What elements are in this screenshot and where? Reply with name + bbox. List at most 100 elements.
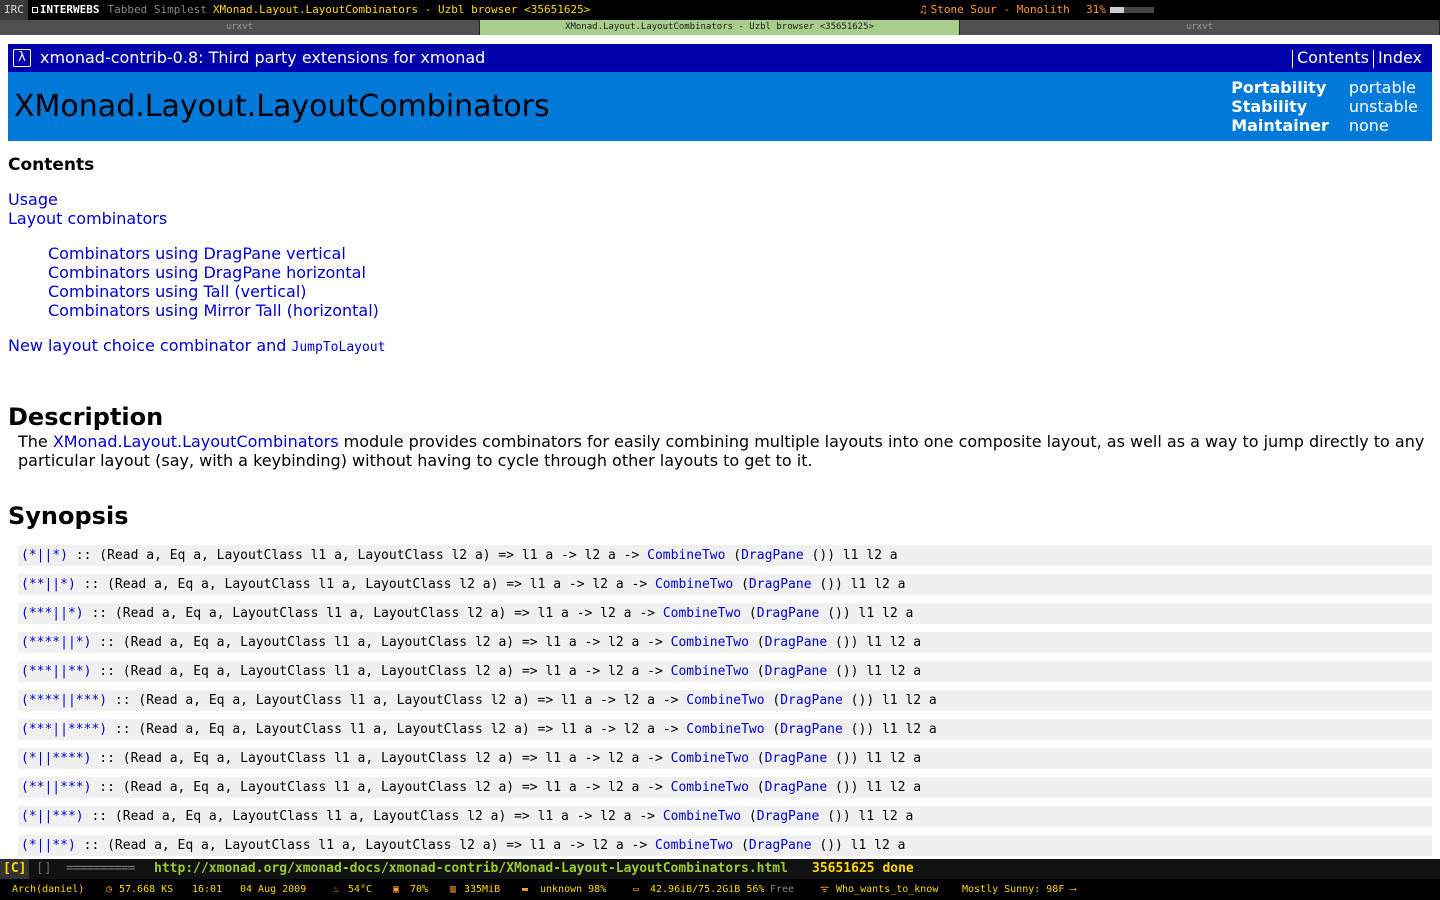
operator-link[interactable]: (***||*)	[21, 606, 84, 621]
dragpane-link[interactable]: DragPane	[765, 780, 828, 795]
operator-link[interactable]: (**||***)	[21, 780, 91, 795]
synopsis-row: (***||****) :: (Read a, Eq a, LayoutClas…	[18, 719, 1432, 740]
operator-link[interactable]: (****||*)	[21, 635, 91, 650]
tab-urxvt-2[interactable]: urxvt	[960, 20, 1440, 35]
combinetwo-link[interactable]: CombineTwo	[663, 606, 741, 621]
description-prefix: The	[18, 432, 53, 451]
load-progress: ==========	[66, 861, 135, 876]
divider	[1291, 49, 1293, 68]
description-heading: Description	[8, 403, 164, 431]
speed-text: 57.668 KS	[119, 884, 174, 895]
info-value: portable	[1348, 78, 1416, 97]
memory-icon: ▥	[450, 884, 457, 895]
operator-link[interactable]: (*||**)	[21, 838, 76, 853]
dragpane-link[interactable]: DragPane	[765, 635, 828, 650]
memory-text: 335MiB	[464, 884, 501, 895]
combinetwo-link[interactable]: CombineTwo	[647, 548, 725, 563]
dragpane-link[interactable]: DragPane	[757, 809, 820, 824]
contents-heading: Contents	[8, 155, 95, 175]
combinetwo-link[interactable]: CombineTwo	[655, 577, 733, 592]
disk-text: 42.96iB/75.2GiB 56%	[650, 884, 765, 895]
dragpane-link[interactable]: DragPane	[749, 577, 812, 592]
synopsis-row: (*||***) :: (Read a, Eq a, LayoutClass l…	[18, 806, 1432, 827]
type-paren: (	[748, 780, 765, 795]
operator-link[interactable]: (*||****)	[21, 751, 91, 766]
bottom-status-bar: Arch(daniel) ◷ 57.668 KS 16:01 04 Aug 20…	[0, 879, 1440, 900]
temperature-text: 54°C	[348, 884, 373, 895]
synopsis-heading: Synopsis	[8, 502, 129, 530]
layout-name: Tabbed Simplest	[107, 3, 207, 16]
combinetwo-link[interactable]: CombineTwo	[686, 722, 764, 737]
type-signature: :: (Read a, Eq a, LayoutClass l1 a, Layo…	[91, 780, 671, 795]
synopsis-row: (*||**) :: (Read a, Eq a, LayoutClass l1…	[18, 835, 1432, 856]
toc-usage[interactable]: Usage	[8, 190, 58, 209]
current-url[interactable]: http://xmonad.org/xmonad-docs/xmonad-con…	[154, 859, 788, 879]
workspace-interwebs[interactable]: INTERWEBS	[28, 0, 104, 20]
dragpane-link[interactable]: DragPane	[765, 664, 828, 679]
type-tail: ()) l1 l2 a	[827, 751, 922, 766]
type-tail: ()) l1 l2 a	[811, 838, 906, 853]
synopsis-row: (***||*) :: (Read a, Eq a, LayoutClass l…	[18, 603, 1432, 624]
toc-dragpane-vertical[interactable]: Combinators using DragPane vertical	[48, 244, 346, 263]
type-signature: :: (Read a, Eq a, LayoutClass l1 a, Layo…	[67, 548, 648, 563]
toc-layout-combinators[interactable]: Layout combinators	[8, 209, 167, 228]
now-playing-text: Stone Sour - Monolith	[930, 3, 1070, 16]
operator-link[interactable]: (*||***)	[21, 809, 84, 824]
operator-link[interactable]: (****||***)	[21, 693, 107, 708]
tab-urxvt-1[interactable]: urxvt	[0, 20, 480, 35]
info-key: Maintainer	[1231, 116, 1329, 135]
description-text: The XMonad.Layout.LayoutCombinators modu…	[18, 432, 1428, 470]
operator-link[interactable]: (***||****)	[21, 722, 107, 737]
combinetwo-link[interactable]: CombineTwo	[671, 664, 749, 679]
haskell-lambda-icon: λ	[13, 49, 31, 67]
dragpane-link[interactable]: DragPane	[741, 548, 804, 563]
type-signature: :: (Read a, Eq a, LayoutClass l1 a, Layo…	[83, 809, 663, 824]
toc-new-layout-choice[interactable]: New layout choice combinator and JumpToL…	[8, 336, 385, 357]
combinetwo-link[interactable]: CombineTwo	[663, 809, 741, 824]
dragpane-link[interactable]: DragPane	[780, 693, 843, 708]
volume-bar	[1110, 7, 1154, 13]
toc-tall-vertical[interactable]: Combinators using Tall (vertical)	[48, 282, 307, 301]
time-text: 16:01	[192, 884, 223, 895]
info-value: unstable	[1348, 97, 1418, 116]
combinetwo-link[interactable]: CombineTwo	[655, 838, 733, 853]
synopsis-row: (*||****) :: (Read a, Eq a, LayoutClass …	[18, 748, 1432, 769]
tab-uzbl-browser[interactable]: XMonad.Layout.LayoutCombinators - Uzbl b…	[480, 20, 960, 35]
type-paren: (	[733, 577, 749, 592]
dragpane-link[interactable]: DragPane	[765, 751, 828, 766]
contents-link[interactable]: Contents	[1297, 48, 1369, 67]
workspace-irc[interactable]: IRC	[0, 0, 28, 20]
header-links: Contents Index	[1288, 44, 1422, 72]
type-paren: (	[733, 838, 749, 853]
index-link[interactable]: Index	[1378, 48, 1422, 67]
dragpane-link[interactable]: DragPane	[780, 722, 843, 737]
combinetwo-link[interactable]: CombineTwo	[671, 751, 749, 766]
toc-mirror-tall[interactable]: Combinators using Mirror Tall (horizonta…	[48, 301, 379, 320]
operator-link[interactable]: (*||*)	[21, 548, 68, 563]
temperature-icon: ♨	[333, 884, 340, 895]
window-tab-bar: urxvt XMonad.Layout.LayoutCombinators - …	[0, 20, 1440, 35]
wifi-text: Who_wants_to_know	[836, 884, 939, 895]
info-value: none	[1348, 116, 1389, 135]
type-tail: ()) l1 l2 a	[842, 693, 937, 708]
weather-text: Mostly Sunny: 98F	[962, 884, 1065, 895]
combinetwo-link[interactable]: CombineTwo	[686, 693, 764, 708]
combinetwo-link[interactable]: CombineTwo	[671, 635, 749, 650]
dragpane-link[interactable]: DragPane	[749, 838, 812, 853]
synopsis-row: (****||***) :: (Read a, Eq a, LayoutClas…	[18, 690, 1432, 711]
window-title: XMonad.Layout.LayoutCombinators - Uzbl b…	[212, 3, 591, 16]
combinetwo-link[interactable]: CombineTwo	[671, 780, 749, 795]
workspace-interwebs-label: INTERWEBS	[39, 3, 100, 16]
arrow-icon: ⟶	[1070, 884, 1077, 895]
type-tail: ()) l1 l2 a	[811, 577, 906, 592]
package-title: xmonad-contrib-0.8: Third party extensio…	[40, 48, 486, 67]
operator-link[interactable]: (**||*)	[21, 577, 76, 592]
volume-bar-fill	[1110, 7, 1124, 13]
toc-dragpane-horizontal[interactable]: Combinators using DragPane horizontal	[48, 263, 366, 282]
browser-pid-status: 35651625 done	[812, 859, 914, 879]
operator-link[interactable]: (***||**)	[21, 664, 91, 679]
synopsis-row: (**||***) :: (Read a, Eq a, LayoutClass …	[18, 777, 1432, 798]
module-link[interactable]: XMonad.Layout.LayoutCombinators	[53, 432, 339, 451]
clock-icon: ◷	[106, 884, 113, 895]
dragpane-link[interactable]: DragPane	[757, 606, 820, 621]
